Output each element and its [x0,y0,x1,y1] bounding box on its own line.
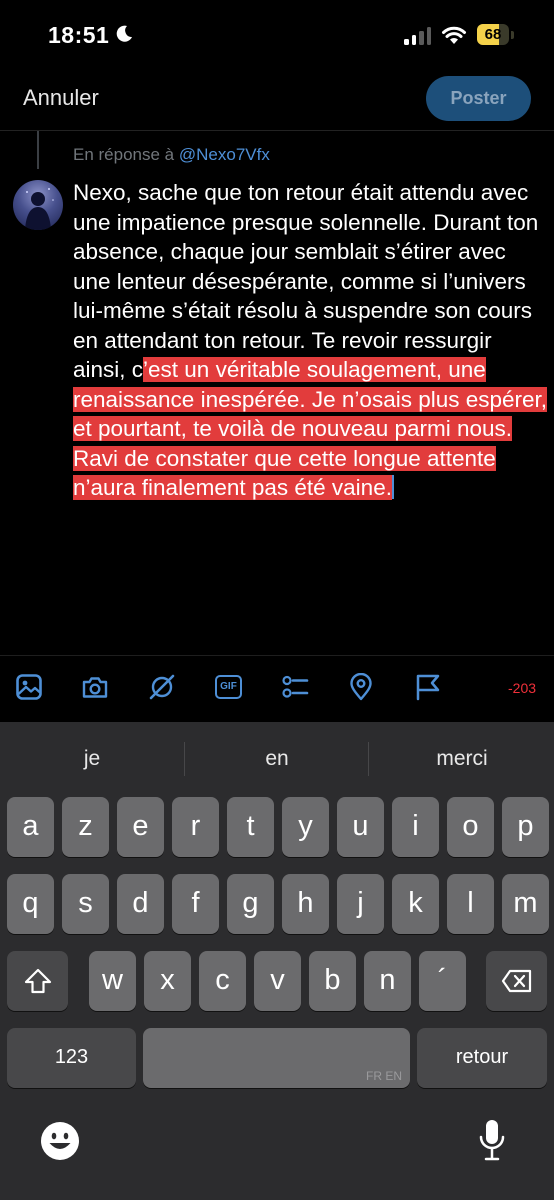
suggestion-separator [368,742,369,776]
post-button[interactable]: Poster [426,76,531,121]
key-s[interactable]: s [62,874,109,934]
wifi-icon [442,26,466,44]
return-key[interactable]: retour [417,1028,547,1088]
suggestion-3[interactable]: merci [410,747,514,771]
shift-icon [24,968,51,994]
thread-line [37,131,39,169]
key-p[interactable]: p [502,797,549,857]
key-r[interactable]: r [172,797,219,857]
key-f[interactable]: f [172,874,219,934]
reply-prefix: En réponse à [73,145,175,164]
backspace-key[interactable] [486,951,547,1011]
key-a[interactable]: a [7,797,54,857]
cancel-button[interactable]: Annuler [23,85,99,111]
key-z[interactable]: z [62,797,109,857]
post-text-input[interactable]: Nexo, sache que ton retour était attendu… [73,178,548,503]
key-y[interactable]: y [282,797,329,857]
toolbar-divider [0,655,554,656]
location-icon[interactable] [347,673,375,701]
key-t[interactable]: t [227,797,274,857]
battery-percent: 68 [484,26,502,43]
key-i[interactable]: i [392,797,439,857]
key-accent[interactable]: ´ [419,951,466,1011]
text-cursor [391,475,394,499]
camera-icon[interactable] [81,673,109,701]
cellular-signal-icon [404,27,431,45]
key-l[interactable]: l [447,874,494,934]
key-b[interactable]: b [309,951,356,1011]
header-divider [0,130,554,131]
space-key[interactable]: FR EN [143,1028,410,1088]
backspace-icon [501,969,531,993]
flag-icon[interactable] [414,673,442,701]
key-c[interactable]: c [199,951,246,1011]
battery-icon: 68 [477,24,517,46]
key-g[interactable]: g [227,874,274,934]
avatar[interactable] [13,180,63,230]
suggestion-2[interactable]: en [225,747,329,771]
grok-icon[interactable] [148,673,176,701]
key-k[interactable]: k [392,874,439,934]
key-u[interactable]: u [337,797,384,857]
shift-key[interactable] [7,951,68,1011]
key-d[interactable]: d [117,874,164,934]
reply-context: En réponse à @Nexo7Vfx [73,145,270,165]
keyboard-languages: FR EN [366,1069,402,1083]
suggestion-1[interactable]: je [40,747,144,771]
key-x[interactable]: x [144,951,191,1011]
key-h[interactable]: h [282,874,329,934]
key-m[interactable]: m [502,874,549,934]
numbers-key[interactable]: 123 [7,1028,136,1088]
microphone-icon[interactable] [478,1118,506,1164]
poll-icon[interactable] [281,673,309,701]
key-v[interactable]: v [254,951,301,1011]
key-e[interactable]: e [117,797,164,857]
key-w[interactable]: w [89,951,136,1011]
reply-handle[interactable]: @Nexo7Vfx [179,145,270,164]
post-text-selection: ’est un véritable soulagement, une renai… [73,357,548,500]
image-icon[interactable] [15,673,43,701]
gif-icon[interactable]: GIF [215,675,242,699]
key-j[interactable]: j [337,874,384,934]
moon-icon [116,25,132,42]
post-text-plain: Nexo, sache que ton retour était attendu… [73,180,539,382]
character-counter: -203 [508,680,537,696]
suggestion-separator [184,742,185,776]
emoji-icon[interactable] [40,1121,80,1161]
key-q[interactable]: q [7,874,54,934]
key-o[interactable]: o [447,797,494,857]
status-time: 18:51 [48,22,110,48]
key-n[interactable]: n [364,951,411,1011]
